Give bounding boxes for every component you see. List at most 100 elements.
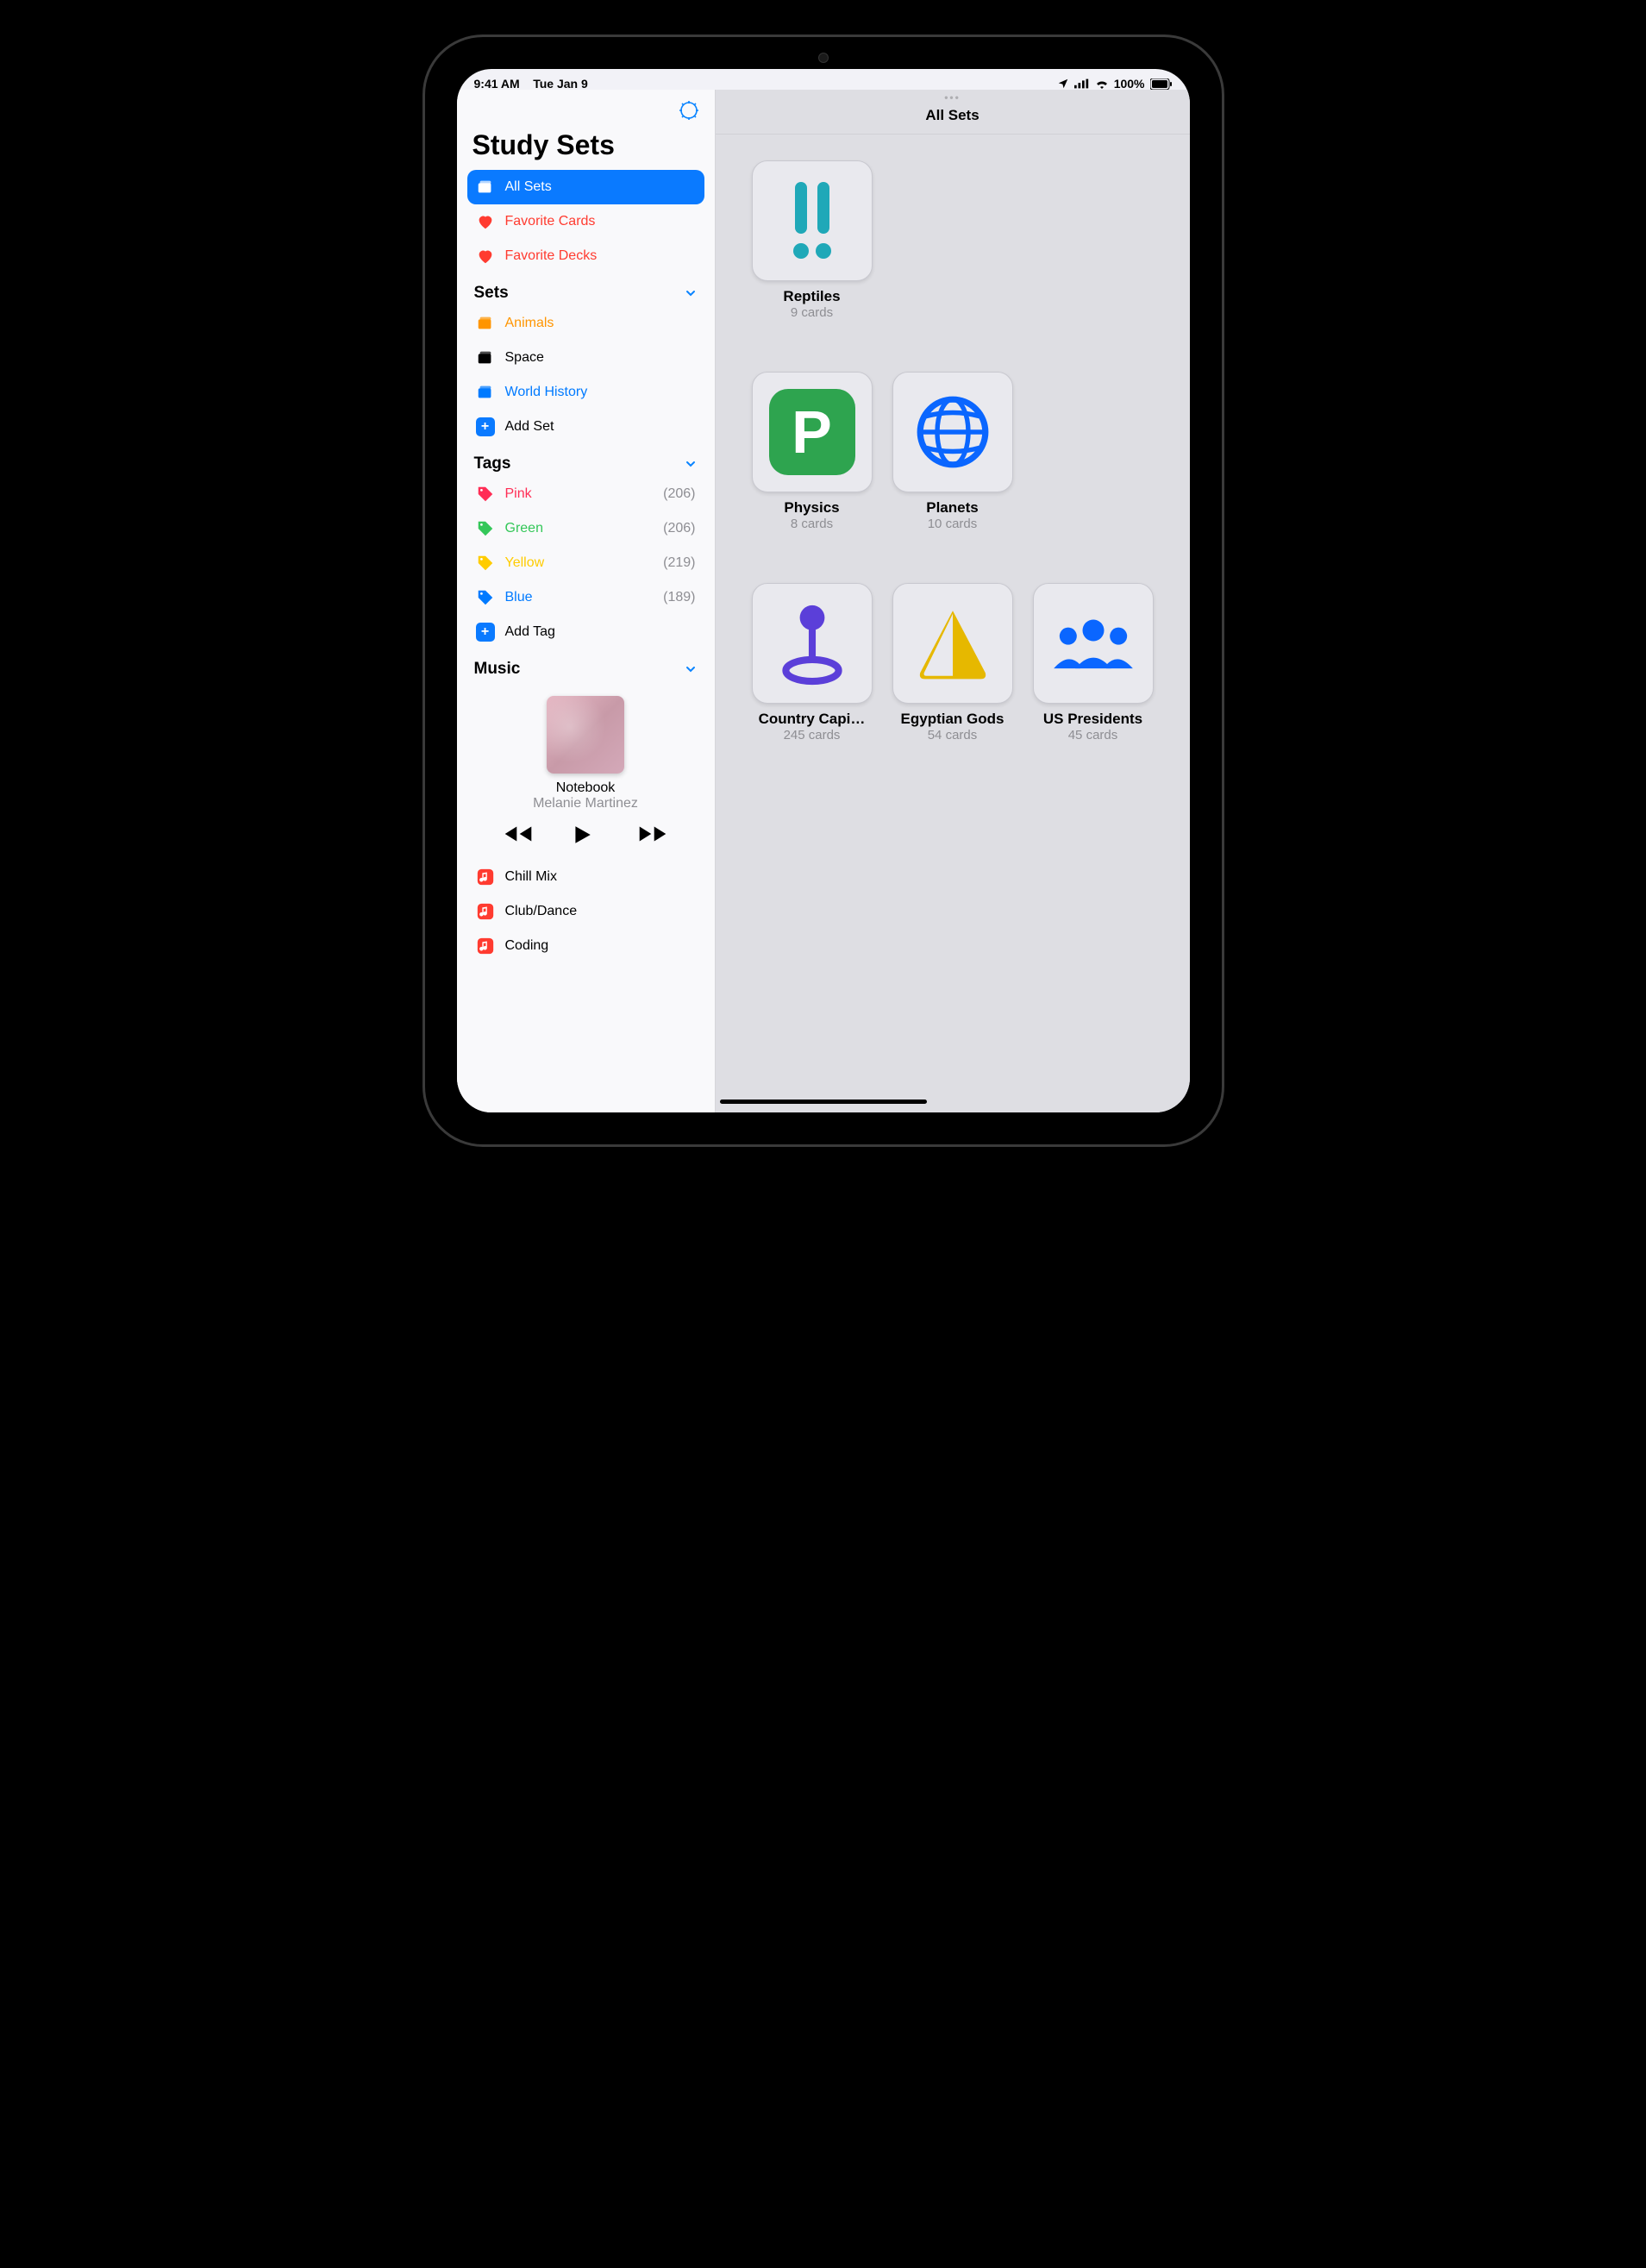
- tag-icon: [476, 588, 495, 607]
- deck-count: 10 cards: [928, 517, 978, 531]
- deck-card[interactable]: Egyptian Gods 54 cards: [886, 583, 1019, 742]
- deck-count: 8 cards: [791, 517, 833, 531]
- section-header-music[interactable]: Music: [467, 649, 704, 682]
- folder-icon: [476, 314, 495, 333]
- sidebar-item-favorite-decks[interactable]: Favorite Decks: [467, 239, 704, 273]
- deck-card[interactable]: Reptiles 9 cards: [745, 160, 879, 320]
- tag-count: (189): [663, 590, 695, 605]
- status-date: Tue Jan 9: [533, 77, 588, 91]
- deck-tile: P: [752, 372, 873, 492]
- plus-box-icon: +: [476, 417, 495, 436]
- sidebar-item-label: Coding: [505, 938, 696, 954]
- sidebar-item-tag[interactable]: Yellow(219): [467, 546, 704, 580]
- album-art[interactable]: [547, 696, 624, 774]
- sidebar-item-label: Space: [505, 350, 696, 366]
- sidebar-item-set[interactable]: Animals: [467, 306, 704, 341]
- now-playing-meta: Notebook Melanie Martinez: [467, 780, 704, 811]
- main-pane: ••• All Sets Reptiles 9 cards P Physics …: [716, 90, 1190, 1112]
- deck-title: Egyptian Gods: [901, 711, 1004, 728]
- ipad-device-frame: 9:41 AM Tue Jan 9 100%: [422, 34, 1224, 1147]
- folder-stack-icon: [476, 178, 495, 197]
- location-icon: [1057, 78, 1069, 90]
- main-header: ••• All Sets: [716, 90, 1190, 135]
- music-playlist-icon: [476, 868, 495, 887]
- deck-tile: [752, 583, 873, 704]
- sidebar-item-set[interactable]: Space: [467, 341, 704, 375]
- sidebar-item-set[interactable]: World History: [467, 375, 704, 410]
- tag-icon: [476, 519, 495, 538]
- deck-icon: [769, 178, 855, 264]
- section-header-label: Tags: [474, 454, 511, 473]
- sidebar-item-add-tag[interactable]: + Add Tag: [467, 615, 704, 649]
- deck-card[interactable]: US Presidents 45 cards: [1026, 583, 1160, 742]
- sidebar-item-favorite-cards[interactable]: Favorite Cards: [467, 204, 704, 239]
- status-time: 9:41 AM: [474, 77, 520, 91]
- tag-icon: [476, 485, 495, 504]
- wifi-icon: [1095, 78, 1109, 89]
- section-header-sets[interactable]: Sets: [467, 273, 704, 306]
- track-title: Notebook: [467, 780, 704, 796]
- deck-count: 45 cards: [1068, 728, 1118, 742]
- sidebar-item-label: Favorite Cards: [505, 214, 696, 229]
- deck-icon: [910, 389, 996, 475]
- deck-title: US Presidents: [1043, 711, 1142, 728]
- deck-title: Country Capi…: [759, 711, 866, 728]
- home-indicator[interactable]: [720, 1100, 927, 1104]
- sidebar-item-add-set[interactable]: + Add Set: [467, 410, 704, 444]
- deck-icon: [910, 600, 996, 686]
- music-playlist-icon: [476, 937, 495, 955]
- sidebar-item-playlist[interactable]: Club/Dance: [467, 894, 704, 929]
- deck-icon: P: [769, 389, 855, 475]
- battery-percent: 100%: [1114, 77, 1145, 91]
- tag-count: (206): [663, 486, 695, 502]
- menu-dots-icon[interactable]: •••: [944, 91, 961, 103]
- sidebar-item-playlist[interactable]: Coding: [467, 929, 704, 963]
- deck-tile: [1033, 583, 1154, 704]
- sidebar-item-tag[interactable]: Blue (189): [467, 580, 704, 615]
- section-header-label: Music: [474, 660, 521, 679]
- sidebar: Study Sets All Sets Favorite Cards: [457, 90, 716, 1112]
- transport-controls: [467, 811, 704, 860]
- battery-icon: [1150, 78, 1173, 90]
- sidebar-item-label: Add Tag: [505, 624, 696, 640]
- deck-count: 9 cards: [791, 305, 833, 320]
- sidebar-item-playlist[interactable]: Chill Mix: [467, 860, 704, 894]
- sidebar-item-all-sets[interactable]: All Sets: [467, 170, 704, 204]
- deck-card[interactable]: Country Capi… 245 cards: [745, 583, 879, 742]
- deck-tile: [892, 372, 1013, 492]
- track-artist: Melanie Martinez: [467, 796, 704, 811]
- app-title: Study Sets: [467, 126, 704, 170]
- fast-forward-button[interactable]: [638, 824, 667, 844]
- deck-icon: [1050, 600, 1136, 686]
- folder-icon: [476, 348, 495, 367]
- section-header-label: Sets: [474, 284, 509, 303]
- chevron-down-icon: [684, 286, 698, 300]
- deck-icon: [769, 600, 855, 686]
- chevron-down-icon: [684, 457, 698, 471]
- folder-icon: [476, 383, 495, 402]
- deck-count: 245 cards: [784, 728, 841, 742]
- tag-count: (206): [663, 521, 695, 536]
- sidebar-item-tag[interactable]: Pink (206): [467, 477, 704, 511]
- sidebar-item-label: World History: [505, 385, 696, 400]
- sidebar-item-tag[interactable]: Green(206): [467, 511, 704, 546]
- rewind-button[interactable]: [504, 824, 533, 844]
- cellular-icon: [1074, 78, 1090, 89]
- status-bar: 9:41 AM Tue Jan 9 100%: [457, 69, 1190, 90]
- play-button[interactable]: [571, 824, 600, 844]
- deck-count: 54 cards: [928, 728, 978, 742]
- sidebar-item-label: Favorite Decks: [505, 248, 696, 264]
- deck-card[interactable]: P Physics 8 cards: [745, 372, 879, 531]
- deck-tile: [752, 160, 873, 281]
- deck-card[interactable]: Planets 10 cards: [886, 372, 1019, 531]
- sidebar-item-label: Blue: [505, 590, 654, 605]
- camera-dot: [819, 53, 828, 62]
- deck-title: Physics: [784, 499, 839, 517]
- section-header-tags[interactable]: Tags: [467, 444, 704, 477]
- deck-title: Reptiles: [783, 288, 840, 305]
- main-title: All Sets: [925, 107, 979, 124]
- sidebar-item-label: Add Set: [505, 419, 696, 435]
- settings-gear-icon[interactable]: [679, 100, 699, 121]
- sidebar-item-label: Chill Mix: [505, 869, 696, 885]
- sidebar-item-label: Pink: [505, 486, 654, 502]
